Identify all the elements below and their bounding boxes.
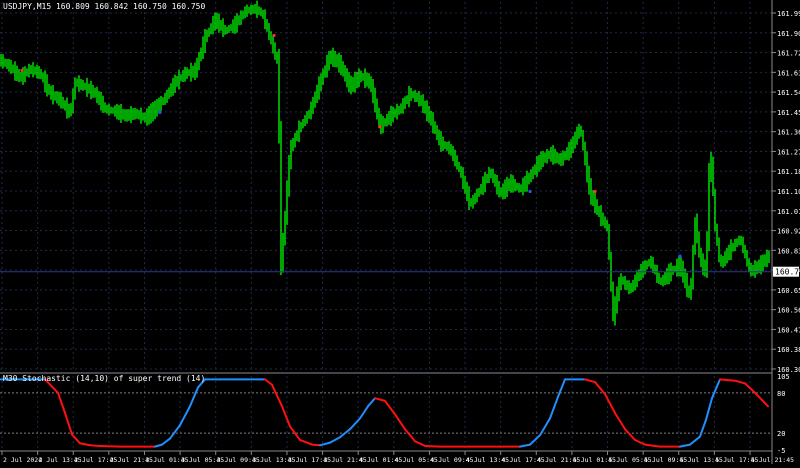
price-tick-label: 161.455: [777, 109, 800, 117]
price-tick-label: 161.010: [777, 208, 800, 216]
stochastic-segment: [89, 444, 101, 447]
price-tick-label: 161.275: [777, 148, 800, 156]
time-tick-label: 2 Jul 2024: [3, 456, 42, 464]
indicator-tick-label: 80: [777, 390, 785, 398]
price-tick-label: 160.920: [777, 228, 800, 236]
price-tick-label: 161.720: [777, 50, 800, 58]
indicator-tick-label: -5: [777, 447, 785, 455]
price-tick-label: 161.900: [777, 30, 800, 38]
price-tick-label: 161.635: [777, 69, 800, 77]
symbol-header: USDJPY,M15 160.809 160.842 160.750 160.7…: [3, 2, 205, 11]
supertrend-dot: [593, 189, 597, 194]
supertrend-dot: [158, 110, 162, 114]
price-tick-label: 161.185: [777, 168, 800, 176]
supertrend-dot: [272, 33, 276, 38]
indicator-header: M30 Stochastic (14,10) of super trend (1…: [3, 374, 205, 383]
supertrend-dot: [20, 68, 24, 73]
time-tick-label: 5 Jul 21:45: [751, 456, 794, 464]
supertrend-dot: [378, 125, 382, 129]
indicator-tick-label: 20: [777, 430, 785, 438]
stochastic-segment: [424, 444, 441, 448]
supertrend-dot: [528, 189, 532, 194]
price-tick-label: 160.475: [777, 326, 800, 334]
price-tick-label: 161.545: [777, 89, 800, 97]
supertrend-dot: [678, 254, 682, 258]
price-tick-label: 160.830: [777, 247, 800, 255]
price-tick-label: 161.990: [777, 10, 800, 18]
price-tick-label: 160.385: [777, 346, 800, 354]
price-tick-label: 161.100: [777, 188, 800, 196]
price-tick-label: 160.565: [777, 307, 800, 315]
current-price-label: 160.750: [775, 268, 800, 277]
stochastic-segment: [99, 444, 121, 448]
chart-canvas[interactable]: 161.990 161.900 161.720 161.635 161.545 161.4…: [0, 0, 800, 464]
chart-window[interactable]: 161.990 161.900 161.720 161.635 161.545 161.4…: [0, 0, 800, 464]
indicator-tick-label: 105: [777, 373, 790, 381]
price-tick-label: 160.655: [777, 287, 800, 295]
price-tick-label: 161.365: [777, 129, 800, 137]
stochastic-segment: [719, 378, 736, 382]
stochastic-segment: [311, 443, 321, 447]
